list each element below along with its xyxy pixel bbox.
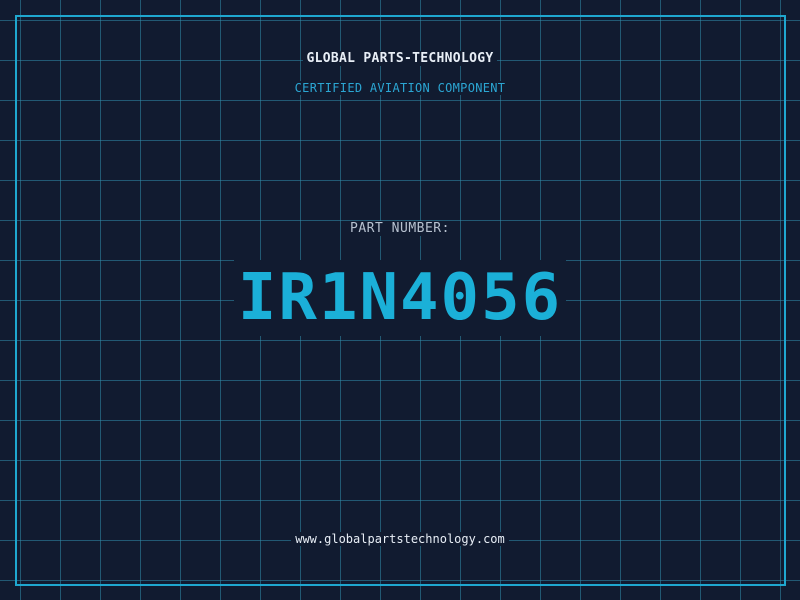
- part-number-label-row: PART NUMBER:: [0, 218, 800, 238]
- website-url: www.globalpartstechnology.com: [291, 532, 509, 546]
- grid-background: GLOBAL PARTS-TECHNOLOGY CERTIFIED AVIATI…: [0, 0, 800, 600]
- part-number-row: IR1N4056: [0, 258, 800, 338]
- website-row: www.globalpartstechnology.com: [0, 529, 800, 549]
- certification-subtitle: CERTIFIED AVIATION COMPONENT: [290, 81, 510, 95]
- subtitle-row: CERTIFIED AVIATION COMPONENT: [0, 78, 800, 98]
- part-number-label: PART NUMBER:: [346, 220, 454, 236]
- company-name: GLOBAL PARTS-TECHNOLOGY: [302, 50, 498, 66]
- company-name-row: GLOBAL PARTS-TECHNOLOGY: [0, 48, 800, 68]
- part-number-value: IR1N4056: [233, 260, 567, 336]
